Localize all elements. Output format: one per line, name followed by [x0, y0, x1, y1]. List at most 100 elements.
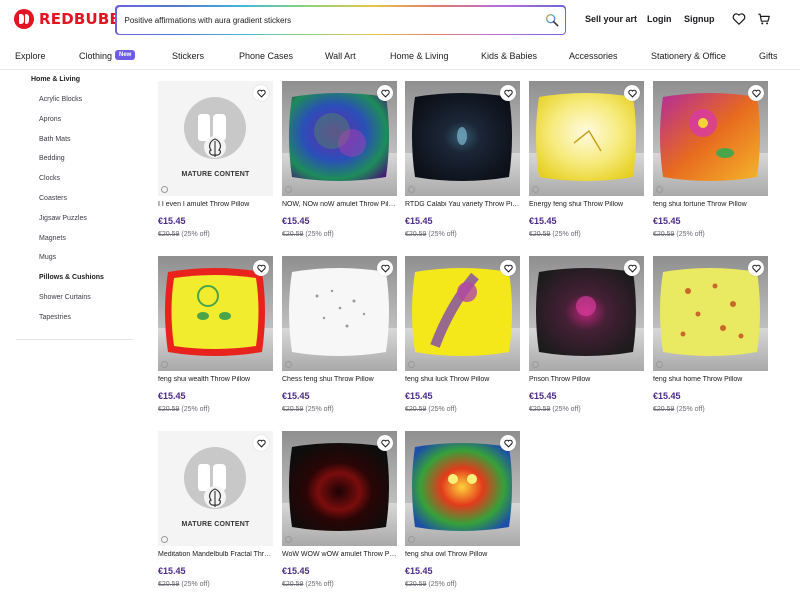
info-icon[interactable] [408, 186, 415, 193]
info-icon[interactable] [656, 361, 663, 368]
original-price: €20.59 [158, 581, 180, 588]
nav-explore[interactable]: Explore [15, 51, 46, 61]
product-image[interactable] [282, 256, 397, 371]
sidebar-heading-home-living[interactable]: Home & Living [31, 76, 80, 83]
product-title[interactable]: Prison Throw Pillow [529, 376, 644, 383]
sidebar-item-clocks[interactable]: Clocks [39, 175, 60, 182]
product-card[interactable]: feng shui fortune Throw Pillow €15.45 €2… [653, 81, 768, 251]
nav-gifts[interactable]: Gifts [759, 51, 778, 61]
info-icon[interactable] [532, 361, 539, 368]
product-card[interactable]: NOW, NOw noW amulet Throw Pillow €15.45 … [282, 81, 397, 251]
sidebar-item-shower-curtains[interactable]: Shower Curtains [39, 294, 91, 301]
favorite-heart-icon[interactable] [377, 435, 393, 451]
product-image[interactable]: MATURE CONTENT [158, 81, 273, 196]
product-card[interactable]: MATURE CONTENT Meditation Mandelbulb Fra… [158, 431, 273, 593]
favorite-heart-icon[interactable] [253, 435, 269, 451]
product-title[interactable]: WoW WOW wOW amulet Throw Pillow [282, 551, 397, 558]
favorite-heart-icon[interactable] [624, 260, 640, 276]
nav-accessories[interactable]: Accessories [569, 51, 618, 61]
sidebar-item-bath-mats[interactable]: Bath Mats [39, 136, 71, 143]
product-title[interactable]: feng shui fortune Throw Pillow [653, 201, 768, 208]
search-icon[interactable] [545, 13, 559, 27]
product-image[interactable] [653, 256, 768, 371]
favorite-heart-icon[interactable] [253, 260, 269, 276]
favorite-heart-icon[interactable] [500, 260, 516, 276]
nav-kids-babies[interactable]: Kids & Babies [481, 51, 537, 61]
info-icon[interactable] [161, 361, 168, 368]
product-image[interactable] [405, 81, 520, 196]
favorite-heart-icon[interactable] [377, 85, 393, 101]
cart-icon[interactable] [757, 12, 771, 26]
info-icon[interactable] [285, 361, 292, 368]
nav-phone-cases[interactable]: Phone Cases [239, 51, 293, 61]
product-title[interactable]: feng shui owl Throw Pillow [405, 551, 520, 558]
discount: (25% off) [181, 581, 210, 588]
product-title[interactable]: Chess feng shui Throw Pillow [282, 376, 397, 383]
info-icon[interactable] [408, 536, 415, 543]
product-image[interactable] [405, 431, 520, 546]
product-title[interactable]: feng shui home Throw Pillow [653, 376, 768, 383]
nav-wall-art[interactable]: Wall Art [325, 51, 356, 61]
product-card[interactable]: WoW WOW wOW amulet Throw Pillow €15.45 €… [282, 431, 397, 593]
product-title[interactable]: NOW, NOw noW amulet Throw Pillow [282, 201, 397, 208]
product-image[interactable] [529, 256, 644, 371]
product-image[interactable] [529, 81, 644, 196]
sidebar-item-jigsaw-puzzles[interactable]: Jigsaw Puzzles [39, 215, 87, 222]
favorite-heart-icon[interactable] [377, 260, 393, 276]
favorite-heart-icon[interactable] [500, 435, 516, 451]
product-image[interactable]: MATURE CONTENT [158, 431, 273, 546]
info-icon[interactable] [285, 536, 292, 543]
discount: (25% off) [552, 231, 581, 238]
info-icon[interactable] [161, 186, 168, 193]
nav-home-living[interactable]: Home & Living [390, 51, 449, 61]
product-title[interactable]: RTDG Calabi Yau variety Throw Pillow [405, 201, 520, 208]
product-card[interactable]: feng shui wealth Throw Pillow €15.45 €20… [158, 256, 273, 426]
product-image[interactable] [282, 431, 397, 546]
sidebar-item-mugs[interactable]: Mugs [39, 254, 56, 261]
sell-your-art-link[interactable]: Sell your art [585, 14, 637, 24]
product-title[interactable]: Meditation Mandelbulb Fractal Throw Pill… [158, 551, 273, 558]
sidebar-item-aprons[interactable]: Aprons [39, 116, 61, 123]
sidebar-item-coasters[interactable]: Coasters [39, 195, 67, 202]
sidebar-item-bedding[interactable]: Bedding [39, 155, 65, 162]
product-original-price: €20.59 (25% off) [405, 231, 457, 238]
sidebar-item-pillows-cushions[interactable]: Pillows & Cushions [39, 274, 104, 281]
favorite-heart-icon[interactable] [500, 85, 516, 101]
product-image[interactable] [653, 81, 768, 196]
product-card[interactable]: feng shui luck Throw Pillow €15.45 €20.5… [405, 256, 520, 426]
sidebar-item-tapestries[interactable]: Tapestries [39, 314, 71, 321]
info-icon[interactable] [532, 186, 539, 193]
product-original-price: €20.59 (25% off) [653, 406, 705, 413]
search-input[interactable] [124, 6, 535, 34]
product-card[interactable]: RTDG Calabi Yau variety Throw Pillow €15… [405, 81, 520, 251]
product-card[interactable]: feng shui owl Throw Pillow €15.45 €20.59… [405, 431, 520, 593]
favorite-heart-icon[interactable] [253, 85, 269, 101]
product-image[interactable] [282, 81, 397, 196]
product-card[interactable]: Prison Throw Pillow €15.45 €20.59 (25% o… [529, 256, 644, 426]
product-image[interactable] [158, 256, 273, 371]
product-image[interactable] [405, 256, 520, 371]
product-title[interactable]: feng shui wealth Throw Pillow [158, 376, 273, 383]
favorite-heart-icon[interactable] [748, 85, 764, 101]
product-card[interactable]: Energy feng shui Throw Pillow €15.45 €20… [529, 81, 644, 251]
product-title[interactable]: feng shui luck Throw Pillow [405, 376, 520, 383]
product-title[interactable]: I I even I amulet Throw Pillow [158, 201, 273, 208]
info-icon[interactable] [656, 186, 663, 193]
product-card[interactable]: Chess feng shui Throw Pillow €15.45 €20.… [282, 256, 397, 426]
signup-link[interactable]: Signup [684, 14, 715, 24]
nav-stationery-office[interactable]: Stationery & Office [651, 51, 726, 61]
wishlist-heart-icon[interactable] [732, 12, 746, 26]
sidebar-item-magnets[interactable]: Magnets [39, 235, 66, 242]
sidebar-item-acrylic-blocks[interactable]: Acrylic Blocks [39, 96, 82, 103]
nav-stickers[interactable]: Stickers [172, 51, 204, 61]
favorite-heart-icon[interactable] [624, 85, 640, 101]
info-icon[interactable] [285, 186, 292, 193]
login-link[interactable]: Login [647, 14, 672, 24]
info-icon[interactable] [161, 536, 168, 543]
product-card[interactable]: feng shui home Throw Pillow €15.45 €20.5… [653, 256, 768, 426]
product-card[interactable]: MATURE CONTENT I I even I amulet Throw P… [158, 81, 273, 251]
favorite-heart-icon[interactable] [748, 260, 764, 276]
nav-clothing[interactable]: Clothing [79, 51, 112, 61]
info-icon[interactable] [408, 361, 415, 368]
product-title[interactable]: Energy feng shui Throw Pillow [529, 201, 644, 208]
